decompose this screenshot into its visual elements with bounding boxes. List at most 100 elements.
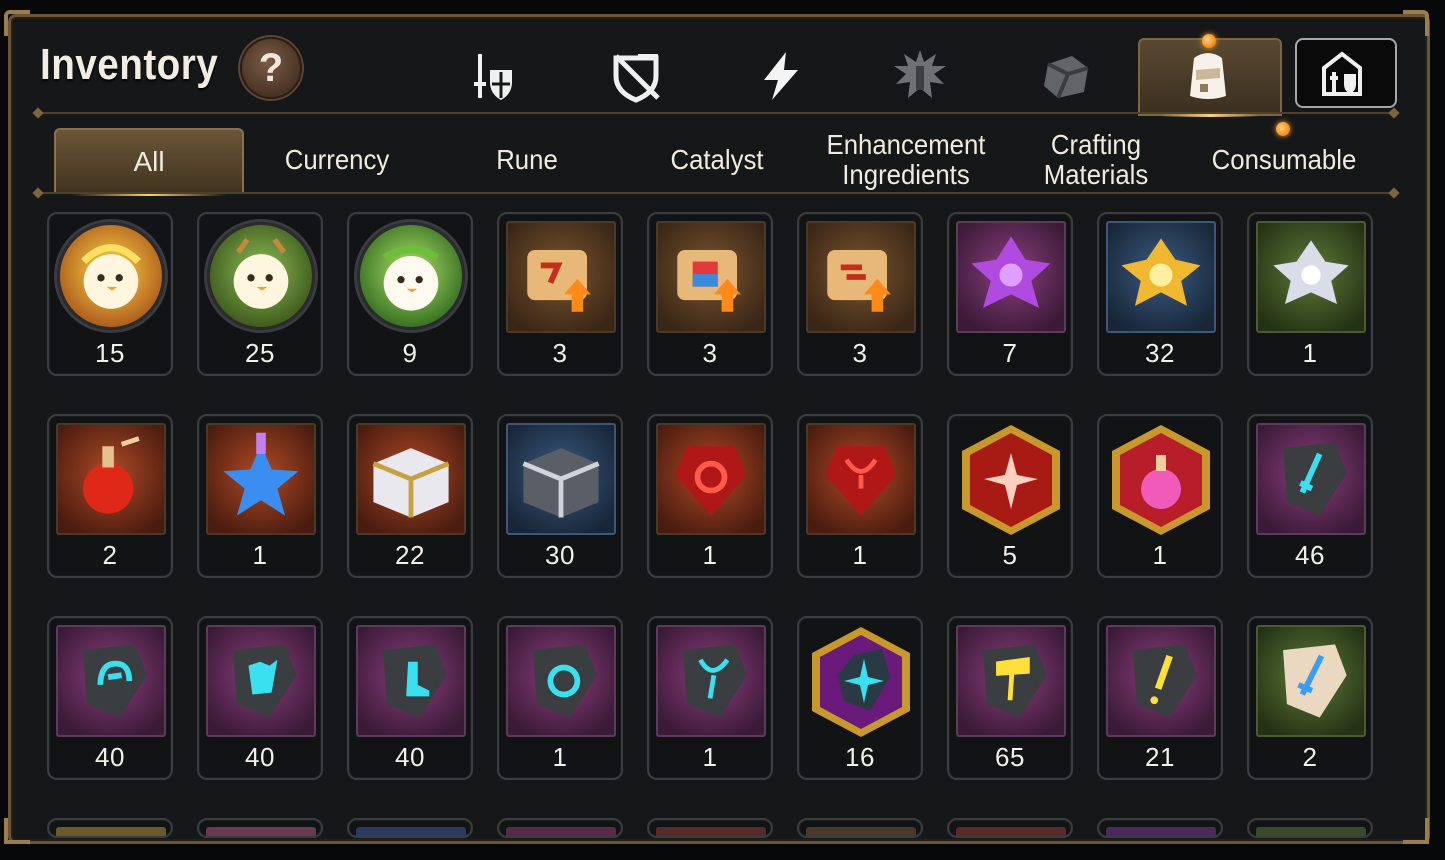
inventory-slot[interactable]: 1 — [797, 414, 923, 578]
tab-crafting-materials[interactable]: Crafting Materials — [1022, 128, 1169, 192]
gold-crystal-flower-icon — [1106, 221, 1216, 333]
tab-consumable[interactable]: Consumable — [1201, 128, 1367, 192]
divider — [38, 112, 1396, 114]
inventory-slot[interactable]: 5 — [947, 414, 1073, 578]
lightning-icon[interactable] — [752, 48, 808, 104]
inventory-slot[interactable]: 46 — [1247, 414, 1373, 578]
inventory-slot[interactable] — [797, 818, 923, 838]
divider — [38, 192, 1396, 194]
inventory-slot[interactable]: 40 — [197, 616, 323, 780]
purple-star-hexagon-icon — [806, 625, 916, 737]
tab-currency[interactable]: Currency — [259, 128, 415, 192]
inventory-slot[interactable]: 1 — [1247, 212, 1373, 376]
tab-all[interactable]: All — [54, 128, 244, 196]
cube-icon[interactable] — [1038, 48, 1094, 104]
inventory-slot[interactable]: 65 — [947, 616, 1073, 780]
inventory-slot[interactable]: 40 — [47, 616, 173, 780]
item-quantity: 1 — [702, 540, 718, 570]
tab-rune[interactable]: Rune — [458, 128, 596, 192]
equipment-sword-shield-icon[interactable] — [462, 48, 518, 104]
inventory-slot[interactable]: 30 — [497, 414, 623, 578]
item-icon — [206, 827, 316, 836]
inventory-slot[interactable]: 2 — [47, 414, 173, 578]
silver-chest-icon — [506, 423, 616, 535]
item-quantity: 16 — [845, 742, 875, 772]
red-gem-ring-icon — [656, 423, 766, 535]
notification-dot — [1202, 34, 1216, 48]
inventory-slot[interactable] — [197, 818, 323, 838]
inventory-slot[interactable]: 21 — [1097, 616, 1223, 780]
inventory-slot[interactable] — [1097, 818, 1223, 838]
scroll-upgrade-orange-icon — [806, 221, 916, 333]
red-potion-icon — [56, 423, 166, 535]
laurel-chick-avatar-icon — [357, 222, 465, 330]
item-quantity: 65 — [995, 742, 1025, 772]
frame-corner — [4, 818, 30, 844]
inventory-slot[interactable]: 3 — [497, 212, 623, 376]
light-stone-sword-icon — [1256, 625, 1366, 737]
inventory-slot[interactable] — [647, 818, 773, 838]
item-quantity: 3 — [852, 338, 868, 368]
inventory-slot[interactable] — [1247, 818, 1373, 838]
no-equipment-shield-icon[interactable] — [608, 48, 664, 104]
stone-helmet-icon — [56, 625, 166, 737]
tab-enhancement-ingredients[interactable]: Enhancement Ingredients — [814, 128, 998, 192]
item-quantity: 40 — [245, 742, 275, 772]
item-quantity: 5 — [1002, 540, 1018, 570]
stone-sword-icon — [1256, 423, 1366, 535]
item-quantity: 25 — [245, 338, 275, 368]
item-quantity: 3 — [702, 338, 718, 368]
stone-armor-icon — [206, 625, 316, 737]
inventory-slot[interactable]: 40 — [347, 616, 473, 780]
item-icon — [506, 827, 616, 836]
item-quantity: 46 — [1295, 540, 1325, 570]
backpack-icon[interactable] — [1180, 48, 1236, 104]
item-quantity: 32 — [1145, 338, 1175, 368]
inventory-slot[interactable]: 16 — [797, 616, 923, 780]
inventory-slot[interactable] — [347, 818, 473, 838]
item-icon — [56, 827, 166, 836]
help-button[interactable]: ? — [240, 37, 302, 99]
inventory-slot[interactable]: 1 — [1097, 414, 1223, 578]
red-gem-necklace-icon — [806, 423, 916, 535]
inventory-slot[interactable] — [47, 818, 173, 838]
inventory-slot[interactable]: 32 — [1097, 212, 1223, 376]
inventory-slot[interactable]: 3 — [647, 212, 773, 376]
item-icon — [1106, 827, 1216, 836]
item-quantity: 30 — [545, 540, 575, 570]
inventory-slot[interactable]: 7 — [947, 212, 1073, 376]
item-quantity: 3 — [552, 338, 568, 368]
inventory-slot[interactable]: 9 — [347, 212, 473, 376]
inventory-slot[interactable]: 22 — [347, 414, 473, 578]
inventory-slot[interactable]: 1 — [647, 414, 773, 578]
deer-chick-avatar-icon — [207, 222, 315, 330]
item-quantity: 40 — [95, 742, 125, 772]
inventory-slot[interactable]: 3 — [797, 212, 923, 376]
item-quantity: 21 — [1145, 742, 1175, 772]
red-star-hexagon-icon — [956, 423, 1066, 535]
inventory-slot[interactable]: 1 — [647, 616, 773, 780]
scroll-upgrade-rainbow-icon — [656, 221, 766, 333]
item-quantity: 22 — [395, 540, 425, 570]
item-icon — [1256, 827, 1366, 836]
scroll-upgrade-red-icon — [506, 221, 616, 333]
blue-star-icon — [206, 423, 316, 535]
item-quantity: 1 — [702, 742, 718, 772]
item-icon — [956, 827, 1066, 836]
item-quantity: 1 — [1302, 338, 1318, 368]
item-quantity: 9 — [402, 338, 418, 368]
page-title: Inventory — [40, 40, 219, 89]
gold-chest-icon — [356, 423, 466, 535]
inventory-slot[interactable] — [497, 818, 623, 838]
frame-corner — [4, 10, 30, 36]
inventory-slot[interactable] — [947, 818, 1073, 838]
inventory-slot[interactable]: 1 — [197, 414, 323, 578]
tab-catalyst[interactable]: Catalyst — [648, 128, 786, 192]
inventory-slot[interactable]: 1 — [497, 616, 623, 780]
item-icon — [356, 827, 466, 836]
splash-emblem-icon[interactable] — [892, 48, 948, 104]
inventory-slot[interactable]: 15 — [47, 212, 173, 376]
inventory-slot[interactable]: 2 — [1247, 616, 1373, 780]
inventory-slot[interactable]: 25 — [197, 212, 323, 376]
silver-crystal-flower-icon — [1256, 221, 1366, 333]
